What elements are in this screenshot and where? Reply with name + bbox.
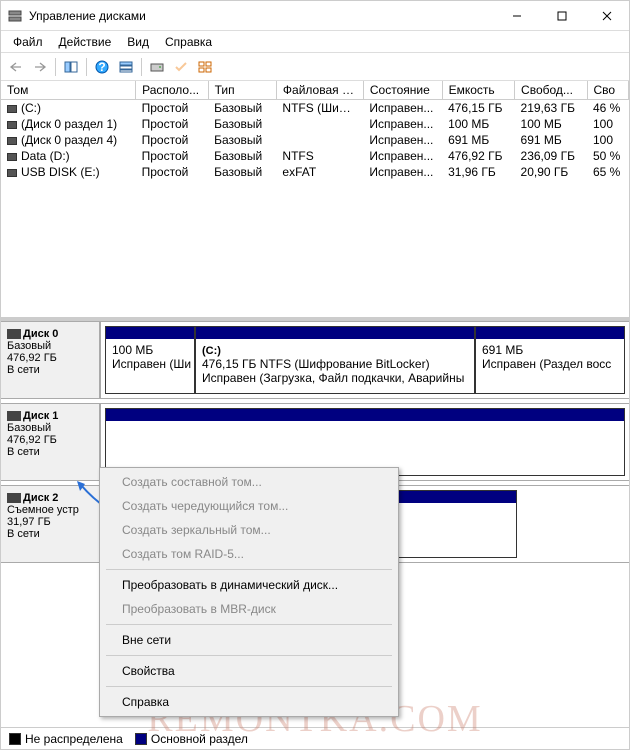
minimize-button[interactable]: [494, 1, 539, 31]
table-row[interactable]: (Диск 0 раздел 1)ПростойБазовыйИсправен.…: [1, 116, 629, 132]
table-row[interactable]: USB DISK (E:)ПростойБазовыйexFATИсправен…: [1, 164, 629, 180]
context-menu-item[interactable]: Свойства: [102, 659, 396, 683]
table-row[interactable]: (C:)ПростойБазовыйNTFS (Шиф...Исправен..…: [1, 100, 629, 117]
context-menu-item: Создать том RAID-5...: [102, 542, 396, 566]
app-icon: [7, 8, 23, 24]
disk-label[interactable]: Диск 2Съемное устр31,97 ГБВ сети: [1, 486, 101, 562]
context-menu-item[interactable]: Преобразовать в динамический диск...: [102, 573, 396, 597]
partition[interactable]: 100 МБИсправен (Ши: [105, 326, 195, 394]
legend: Не распределена Основной раздел: [1, 727, 629, 749]
forward-button: [29, 56, 51, 78]
toolbar-view-icon[interactable]: [60, 56, 82, 78]
context-menu-item: Преобразовать в MBR-диск: [102, 597, 396, 621]
partition[interactable]: 691 МБИсправен (Раздел восс: [475, 326, 625, 394]
back-button: [5, 56, 27, 78]
window-title: Управление дисками: [29, 9, 494, 23]
volume-table: Том Располо... Тип Файловая с... Состоян…: [1, 81, 629, 180]
col-type[interactable]: Тип: [208, 81, 276, 100]
col-capacity[interactable]: Емкость: [442, 81, 514, 100]
toolbar-list-icon[interactable]: [115, 56, 137, 78]
menu-action[interactable]: Действие: [51, 33, 120, 51]
svg-text:?: ?: [98, 60, 105, 74]
col-layout[interactable]: Располо...: [136, 81, 208, 100]
col-fs[interactable]: Файловая с...: [276, 81, 363, 100]
legend-unallocated: Не распределена: [25, 732, 123, 746]
disk-label[interactable]: Диск 0Базовый476,92 ГБВ сети: [1, 322, 101, 398]
menubar: Файл Действие Вид Справка: [1, 31, 629, 53]
volume-list[interactable]: Том Располо... Тип Файловая с... Состоян…: [1, 81, 629, 321]
context-menu-item: Создать составной том...: [102, 470, 396, 494]
context-menu-item[interactable]: Вне сети: [102, 628, 396, 652]
help-icon[interactable]: ?: [91, 56, 113, 78]
menu-view[interactable]: Вид: [119, 33, 157, 51]
toolbar-grid-icon[interactable]: [194, 56, 216, 78]
col-free[interactable]: Свобод...: [515, 81, 587, 100]
toolbar: ?: [1, 53, 629, 81]
context-menu-item[interactable]: Справка: [102, 690, 396, 714]
maximize-button[interactable]: [539, 1, 584, 31]
table-row[interactable]: Data (D:)ПростойБазовыйNTFSИсправен...47…: [1, 148, 629, 164]
col-status[interactable]: Состояние: [363, 81, 442, 100]
table-row[interactable]: (Диск 0 раздел 4)ПростойБазовыйИсправен.…: [1, 132, 629, 148]
partition[interactable]: (C:)476,15 ГБ NTFS (Шифрование BitLocker…: [195, 326, 475, 394]
menu-help[interactable]: Справка: [157, 33, 220, 51]
col-volume[interactable]: Том: [1, 81, 136, 100]
partition[interactable]: [105, 408, 625, 476]
disk-row[interactable]: Диск 0Базовый476,92 ГБВ сети100 МБИсправ…: [1, 321, 629, 399]
toolbar-disk-icon[interactable]: [146, 56, 168, 78]
close-button[interactable]: [584, 1, 629, 31]
toolbar-check-icon: [170, 56, 192, 78]
menu-file[interactable]: Файл: [5, 33, 51, 51]
col-pct[interactable]: Сво: [587, 81, 629, 100]
context-menu-item: Создать чередующийся том...: [102, 494, 396, 518]
disk-label[interactable]: Диск 1Базовый476,92 ГБВ сети: [1, 404, 101, 480]
context-menu: Создать составной том...Создать чередующ…: [99, 467, 399, 717]
titlebar: Управление дисками: [1, 1, 629, 31]
context-menu-item: Создать зеркальный том...: [102, 518, 396, 542]
legend-primary: Основной раздел: [151, 732, 248, 746]
